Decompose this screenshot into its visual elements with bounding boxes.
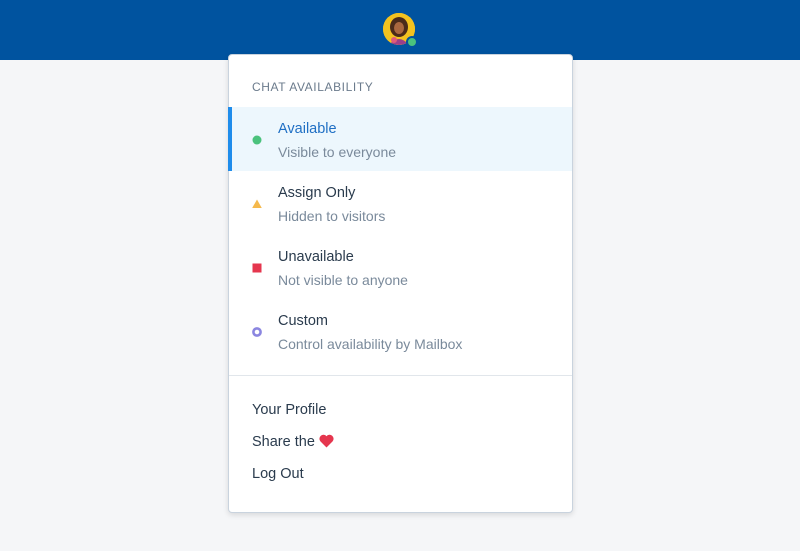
share-link[interactable]: Share the	[252, 434, 334, 450]
purple-ring-icon	[252, 327, 262, 337]
share-link-label: Share the	[252, 434, 315, 450]
status-subtitle: Hidden to visitors	[278, 208, 386, 224]
status-option-unavailable[interactable]: Unavailable Not visible to anyone	[229, 235, 572, 299]
status-subtitle: Visible to everyone	[278, 144, 397, 160]
status-title: Unavailable	[278, 249, 354, 265]
status-title: Available	[278, 121, 337, 137]
status-title: Assign Only	[278, 185, 356, 201]
your-profile-link[interactable]: Your Profile	[252, 402, 326, 418]
yellow-triangle-icon	[252, 199, 262, 208]
green-dot-icon	[252, 135, 262, 145]
log-out-link[interactable]: Log Out	[252, 466, 304, 482]
status-option-assign-only[interactable]: Assign Only Hidden to visitors	[229, 171, 572, 235]
red-square-icon	[252, 263, 262, 273]
status-option-available[interactable]: Available Visible to everyone	[228, 107, 572, 171]
status-subtitle: Control availability by Mailbox	[278, 336, 463, 352]
account-dropdown-menu: CHAT AVAILABILITY Available Visible to e…	[228, 54, 573, 513]
status-option-custom[interactable]: Custom Control availability by Mailbox	[229, 299, 572, 363]
menu-divider	[229, 375, 572, 376]
chat-availability-heading: CHAT AVAILABILITY	[252, 80, 374, 94]
status-title: Custom	[278, 313, 328, 329]
presence-status-icon	[406, 36, 418, 48]
heart-icon	[319, 434, 334, 448]
status-subtitle: Not visible to anyone	[278, 272, 408, 288]
